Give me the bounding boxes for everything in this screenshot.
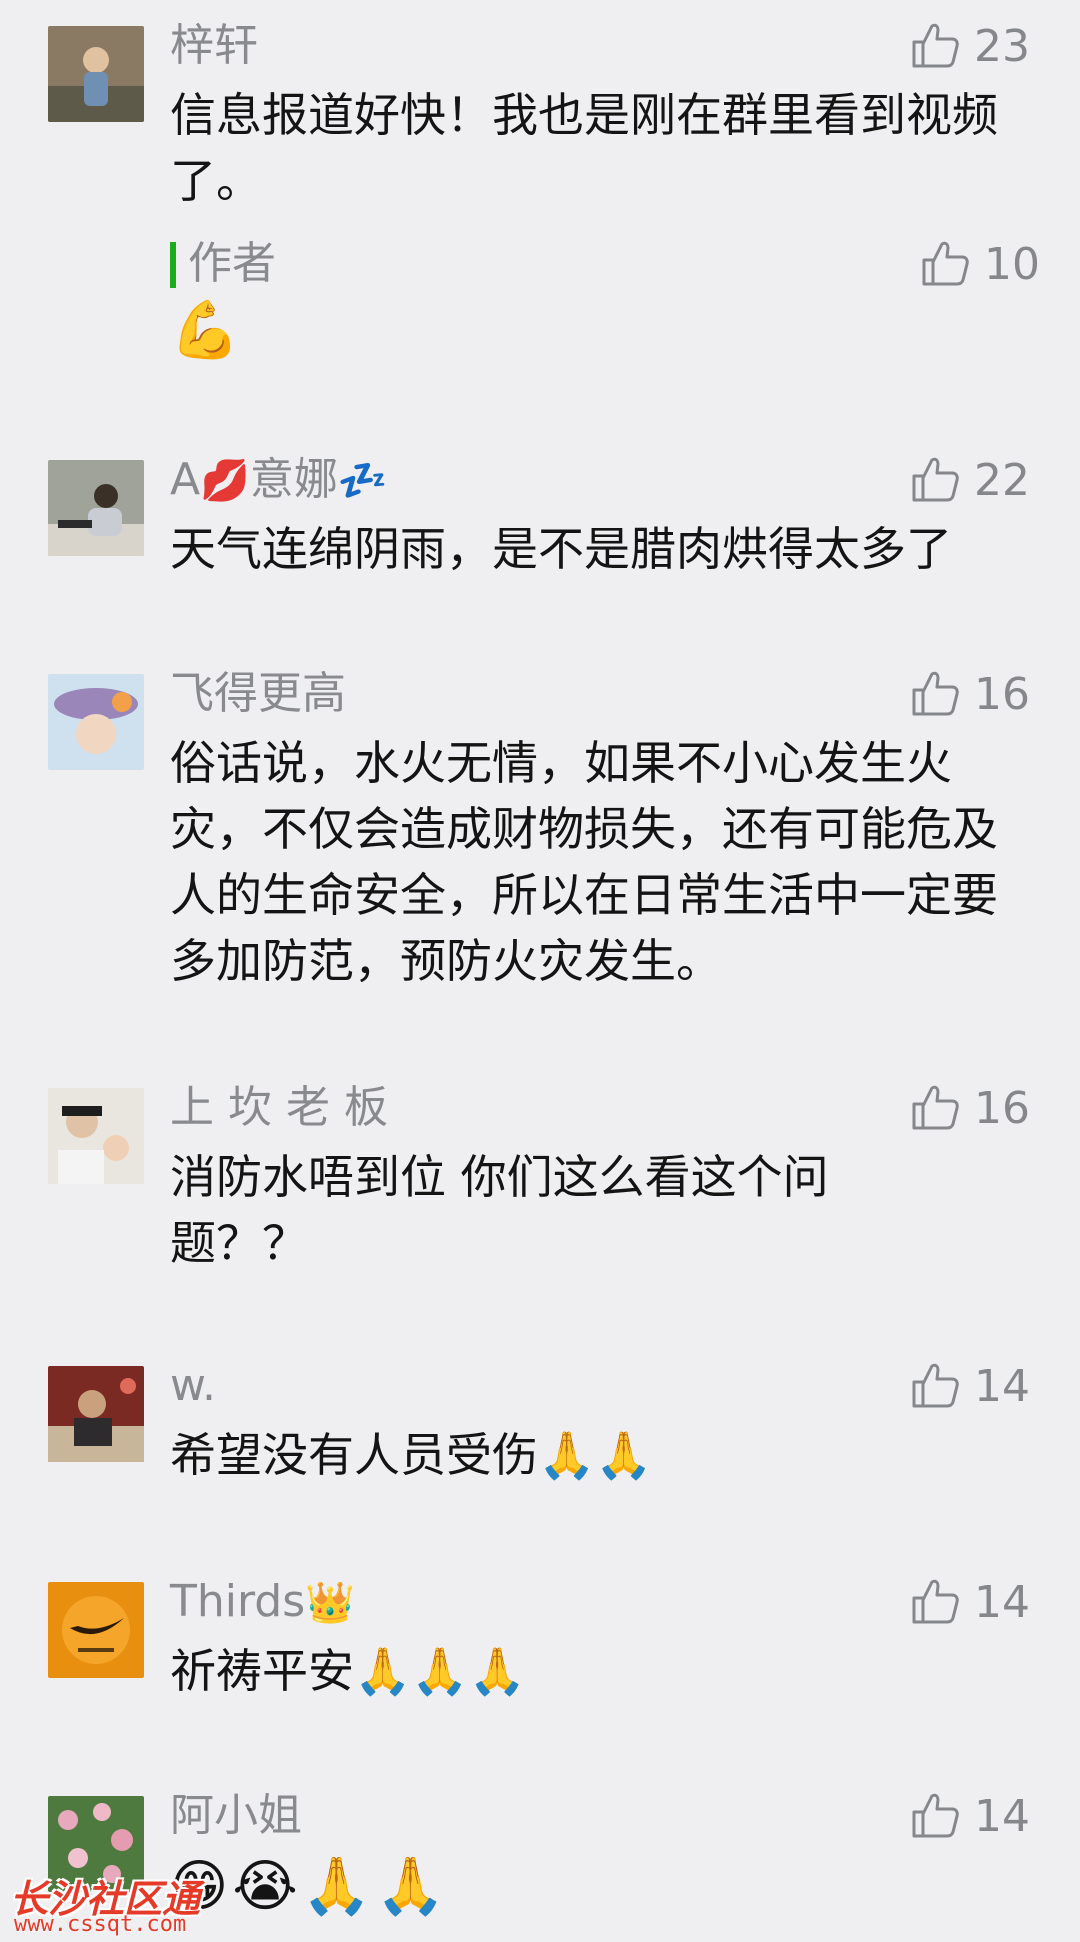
- commenter-name[interactable]: Thirds👑: [170, 1574, 355, 1631]
- like-count: 23: [974, 20, 1030, 72]
- reply-text: 💪: [170, 298, 240, 363]
- commenter-name[interactable]: A💋意娜💤: [170, 452, 388, 509]
- thumbs-up-icon: [910, 668, 962, 720]
- comment-text: 俗话说，水火无情，如果不小心发生火灾，不仅会造成财物损失，还有可能危及人的生命安…: [170, 736, 998, 988]
- thumbs-up-icon: [920, 238, 972, 290]
- comment-text: 希望没有人员受伤🙏🙏: [170, 1428, 653, 1482]
- thumbs-up-icon: [910, 1360, 962, 1412]
- reply-accent-bar: [170, 242, 176, 288]
- like-button[interactable]: 23: [910, 18, 1030, 74]
- commenter-name[interactable]: 上 坎 老 板: [170, 1080, 388, 1136]
- avatar[interactable]: [48, 1366, 144, 1462]
- reply-author-label: 作者: [188, 238, 276, 289]
- like-count: 22: [974, 454, 1030, 506]
- avatar[interactable]: [48, 460, 144, 556]
- like-button[interactable]: 22: [910, 452, 1030, 508]
- avatar[interactable]: [48, 26, 144, 122]
- lips-emoji: 💋: [200, 458, 250, 504]
- thumbs-up-icon: [910, 1790, 962, 1842]
- reply-like-button[interactable]: 10: [920, 236, 1040, 292]
- avatar[interactable]: [48, 1582, 144, 1678]
- comment-text: 信息报道好快！我也是刚在群里看到视频了。: [170, 88, 998, 208]
- crown-emoji: 👑: [305, 1580, 355, 1626]
- zzz-emoji: 💤: [337, 458, 388, 504]
- comment-text: 祈祷平安🙏🙏🙏: [170, 1644, 526, 1698]
- like-button[interactable]: 14: [910, 1574, 1030, 1630]
- like-button[interactable]: 14: [910, 1788, 1030, 1844]
- like-button[interactable]: 14: [910, 1358, 1030, 1414]
- like-count: 16: [974, 1082, 1030, 1134]
- like-count: 14: [974, 1576, 1030, 1628]
- thumbs-up-icon: [910, 1576, 962, 1628]
- watermark-url: www.cssqt.com: [14, 1912, 187, 1937]
- commenter-name[interactable]: 阿小姐: [170, 1788, 302, 1844]
- commenter-name[interactable]: 飞得更高: [170, 666, 346, 722]
- comment-text: 天气连绵阴雨，是不是腊肉烘得太多了: [170, 522, 952, 576]
- commenter-name[interactable]: 梓轩: [170, 18, 258, 74]
- avatar[interactable]: [48, 674, 144, 770]
- avatar[interactable]: [48, 1088, 144, 1184]
- commenter-name[interactable]: w.: [170, 1358, 216, 1414]
- comment-text: 消防水唔到位 你们这么看这个问题？？: [170, 1150, 829, 1270]
- like-count: 16: [974, 668, 1030, 720]
- like-button[interactable]: 16: [910, 666, 1030, 722]
- thumbs-up-icon: [910, 20, 962, 72]
- like-count: 14: [974, 1790, 1030, 1842]
- like-count: 10: [984, 238, 1040, 290]
- like-count: 14: [974, 1360, 1030, 1412]
- thumbs-up-icon: [910, 454, 962, 506]
- thumbs-up-icon: [910, 1082, 962, 1134]
- comment-text: 😁😭🙏🙏: [170, 1854, 450, 1919]
- like-button[interactable]: 16: [910, 1080, 1030, 1136]
